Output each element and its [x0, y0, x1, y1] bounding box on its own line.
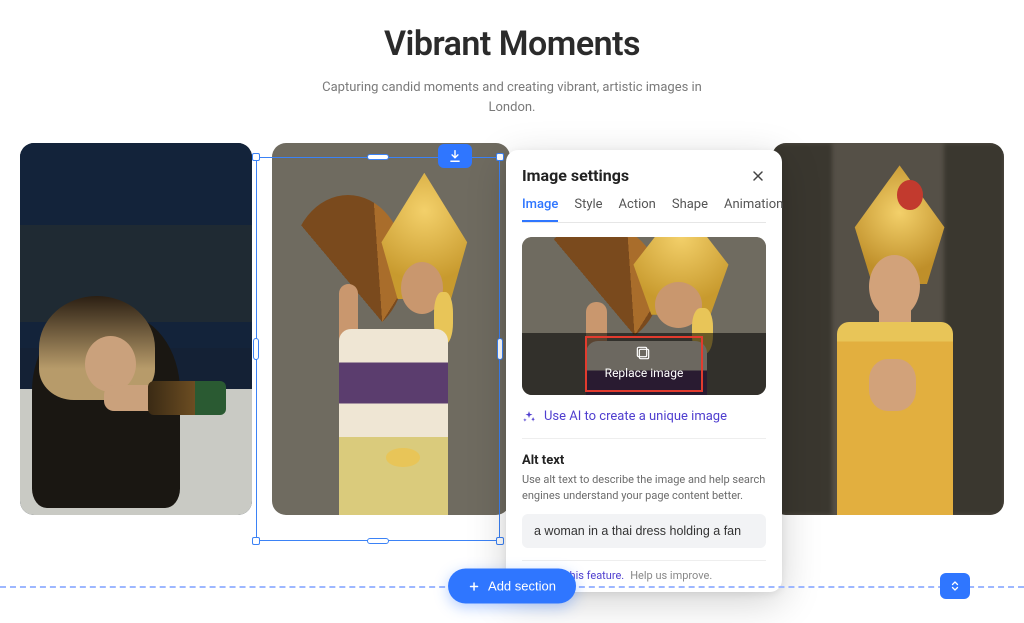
tab-style[interactable]: Style [574, 197, 602, 222]
gallery-image-1[interactable] [20, 143, 252, 515]
image-icon [636, 346, 652, 362]
sparkle-icon [522, 410, 536, 424]
tab-animation[interactable]: Animation [724, 197, 783, 222]
reorder-icon [949, 580, 961, 592]
replace-image-label: Replace image [605, 366, 684, 380]
reorder-section-button[interactable] [940, 573, 970, 599]
tab-action[interactable]: Action [619, 197, 656, 222]
download-icon [448, 149, 462, 163]
alt-text-help: Use alt text to describe the image and h… [522, 472, 766, 504]
alt-text-heading: Alt text [522, 453, 766, 468]
replace-image-button[interactable]: Replace image [585, 336, 704, 392]
resize-handle-bottom[interactable] [367, 538, 389, 544]
use-ai-link[interactable]: Use AI to create a unique image [522, 409, 766, 439]
rate-feature-suffix: Help us improve. [630, 569, 712, 582]
panel-title: Image settings [522, 166, 629, 185]
download-image-button[interactable] [438, 144, 472, 168]
alt-text-section: Alt text Use alt text to describe the im… [522, 453, 766, 548]
tab-shape[interactable]: Shape [672, 197, 708, 222]
tab-image[interactable]: Image [522, 197, 558, 222]
alt-text-input[interactable] [522, 514, 766, 548]
image-settings-panel: Image settings Image Style Action Shape … [506, 150, 782, 592]
page-subtitle[interactable]: Capturing candid moments and creating vi… [302, 78, 722, 117]
panel-tabs: Image Style Action Shape Animation [522, 197, 766, 223]
hero: Vibrant Moments Capturing candid moments… [0, 0, 1024, 117]
add-section-button[interactable]: Add section [448, 569, 576, 604]
plus-icon [468, 580, 480, 592]
gallery-image-2-selected[interactable] [272, 143, 510, 515]
resize-handle-bottom-right[interactable] [496, 537, 504, 545]
use-ai-label: Use AI to create a unique image [544, 409, 727, 424]
page-title[interactable]: Vibrant Moments [0, 24, 1024, 64]
image-preview: Replace image [522, 237, 766, 395]
preview-overlay: Replace image [522, 333, 766, 395]
close-icon[interactable] [750, 168, 766, 184]
add-section-label: Add section [488, 579, 556, 594]
resize-handle-bottom-left[interactable] [252, 537, 260, 545]
gallery-image-3[interactable] [772, 143, 1004, 515]
